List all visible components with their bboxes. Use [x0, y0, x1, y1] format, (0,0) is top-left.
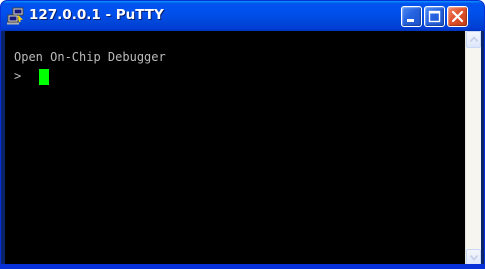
- terminal-client-area: Open On-Chip Debugger >: [5, 31, 481, 266]
- minimize-icon: [407, 19, 414, 22]
- terminal-line: Open On-Chip Debugger: [14, 50, 166, 64]
- scroll-up-button[interactable]: [466, 31, 481, 48]
- close-icon: [451, 10, 464, 23]
- minimize-button[interactable]: [401, 6, 422, 27]
- maximize-icon: [428, 10, 441, 23]
- putty-computers-icon[interactable]: [7, 7, 25, 25]
- maximize-button[interactable]: [424, 6, 445, 27]
- close-button[interactable]: [447, 6, 468, 27]
- terminal-screen[interactable]: Open On-Chip Debugger >: [5, 31, 465, 266]
- window-title: 127.0.0.1 - PuTTY: [29, 7, 164, 23]
- scroll-down-arrow-icon: [470, 254, 478, 261]
- terminal-cursor: [39, 69, 49, 85]
- window-bottom-border[interactable]: [1, 264, 484, 268]
- vertical-scrollbar[interactable]: [465, 31, 481, 266]
- title-bar[interactable]: 127.0.0.1 - PuTTY: [1, 1, 484, 31]
- terminal-prompt: >: [14, 69, 22, 83]
- putty-window: 127.0.0.1 - PuTTY Open On-Chip Debugger …: [0, 0, 485, 269]
- scroll-up-arrow-icon: [470, 36, 478, 43]
